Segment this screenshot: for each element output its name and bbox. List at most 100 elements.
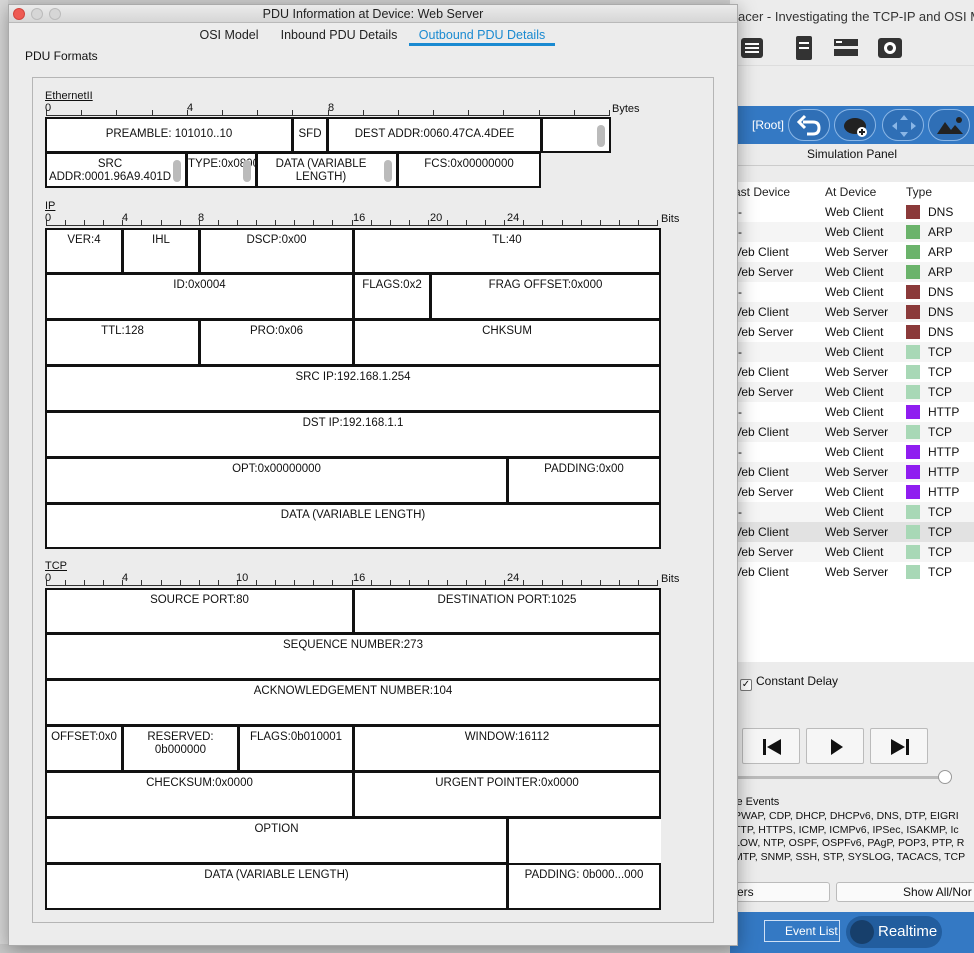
ruler-tick	[638, 580, 639, 585]
move-object-icon[interactable]	[882, 109, 924, 141]
step-forward-button[interactable]	[870, 728, 928, 764]
event-type: TCP	[928, 345, 952, 359]
event-color-swatch[interactable]	[906, 205, 920, 219]
event-row[interactable]: Veb Client Web Server TCP	[730, 362, 974, 382]
event-row[interactable]: -- Web Client DNS	[730, 202, 974, 222]
event-last-device: Veb Client	[734, 565, 789, 579]
document-icon[interactable]	[790, 34, 818, 62]
simulation-panel-title: Simulation Panel	[730, 144, 974, 166]
field-scrollbar[interactable]	[597, 125, 605, 147]
root-label[interactable]: [Root]	[752, 118, 784, 132]
ruler-tick	[542, 220, 543, 225]
event-row[interactable]: -- Web Client ARP	[730, 222, 974, 242]
background-image-icon[interactable]	[928, 109, 970, 141]
ruler-tick	[657, 580, 658, 585]
event-color-swatch[interactable]	[906, 525, 920, 539]
event-row[interactable]: -- Web Client TCP	[730, 502, 974, 522]
event-color-swatch[interactable]	[906, 225, 920, 239]
image-icon[interactable]	[876, 34, 904, 62]
event-color-swatch[interactable]	[906, 325, 920, 339]
list-icon[interactable]	[738, 34, 766, 62]
field-scrollbar[interactable]	[243, 160, 251, 182]
new-cluster-icon[interactable]	[834, 109, 876, 141]
tab-inbound-pdu-details[interactable]: Inbound PDU Details	[277, 26, 401, 46]
event-row[interactable]: Veb Server Web Client TCP	[730, 542, 974, 562]
event-color-swatch[interactable]	[906, 505, 920, 519]
ruler-tick	[619, 220, 620, 225]
event-row[interactable]: Veb Client Web Server HTTP	[730, 462, 974, 482]
field-flags: FLAGS:0x2	[353, 273, 431, 320]
checkbox-check-icon[interactable]: ✓	[740, 679, 752, 691]
event-row[interactable]: Veb Client Web Server DNS	[730, 302, 974, 322]
ruler-tick	[65, 220, 66, 225]
ruler-tick	[485, 580, 486, 585]
event-color-swatch[interactable]	[906, 485, 920, 499]
ruler-tick	[542, 580, 543, 585]
field-scrollbar[interactable]	[173, 160, 181, 182]
event-color-swatch[interactable]	[906, 265, 920, 279]
event-color-swatch[interactable]	[906, 565, 920, 579]
server-icon[interactable]	[832, 34, 860, 62]
tab-outbound-pdu-details[interactable]: Outbound PDU Details	[409, 26, 555, 46]
event-at-device: Web Client	[825, 485, 884, 499]
event-color-swatch[interactable]	[906, 445, 920, 459]
step-back-button[interactable]	[742, 728, 800, 764]
event-at-device: Web Client	[825, 205, 884, 219]
back-icon[interactable]	[788, 109, 830, 141]
ruler-label: 24	[507, 572, 520, 584]
ruler-tick	[390, 580, 391, 585]
field-dest-addr: DEST ADDR:0060.47CA.4DEE	[327, 117, 542, 153]
tab-osi-model[interactable]: OSI Model	[193, 26, 265, 46]
column-header-last-device[interactable]: ast Device	[734, 182, 790, 202]
event-color-swatch[interactable]	[906, 425, 920, 439]
field-frag-offset: FRAG OFFSET:0x000	[430, 273, 661, 320]
play-button[interactable]	[806, 728, 864, 764]
event-color-swatch[interactable]	[906, 285, 920, 299]
event-row[interactable]: Veb Server Web Client HTTP	[730, 482, 974, 502]
event-row[interactable]: -- Web Client TCP	[730, 342, 974, 362]
ruler-unit-bytes: Bytes	[612, 103, 640, 115]
ruler-tick	[523, 220, 524, 225]
event-row[interactable]: -- Web Client HTTP	[730, 442, 974, 462]
ruler-tick	[332, 220, 333, 225]
event-color-swatch[interactable]	[906, 365, 920, 379]
event-color-swatch[interactable]	[906, 545, 920, 559]
ruler-tick	[275, 580, 276, 585]
event-row[interactable]: Veb Client Web Server ARP	[730, 242, 974, 262]
ruler-tick	[447, 580, 448, 585]
event-row[interactable]: Veb Server Web Client ARP	[730, 262, 974, 282]
event-row[interactable]: -- Web Client HTTP	[730, 402, 974, 422]
play-speed-slider-track[interactable]	[730, 776, 950, 779]
constant-delay-checkbox[interactable]: ✓ Constant Delay	[740, 674, 838, 691]
column-header-at-device[interactable]: At Device	[825, 182, 876, 202]
realtime-mode-button[interactable]: Realtime	[846, 916, 942, 948]
ruler-tick	[161, 220, 162, 225]
event-color-swatch[interactable]	[906, 305, 920, 319]
event-color-swatch[interactable]	[906, 245, 920, 259]
field-fcs: FCS:0x00000000	[397, 152, 541, 188]
play-speed-slider-knob[interactable]	[938, 770, 952, 784]
event-color-swatch[interactable]	[906, 465, 920, 479]
event-row[interactable]: Veb Client Web Server TCP	[730, 562, 974, 582]
ruler-tick	[218, 220, 219, 225]
field-dest-addr-continued	[541, 117, 611, 153]
event-row[interactable]: Veb Client Web Server TCP	[730, 522, 974, 542]
event-color-swatch[interactable]	[906, 345, 920, 359]
ruler-label: 0	[45, 102, 52, 114]
edit-filters-button[interactable]: ers	[730, 882, 830, 902]
field-tcp-data: DATA (VARIABLE LENGTH)	[45, 863, 508, 910]
ethernet-section-title: EthernetII	[45, 90, 93, 102]
column-header-type[interactable]: Type	[906, 182, 932, 202]
field-scrollbar[interactable]	[384, 160, 392, 182]
field-sequence-number: SEQUENCE NUMBER:273	[45, 633, 661, 680]
event-color-swatch[interactable]	[906, 385, 920, 399]
event-row[interactable]: Veb Server Web Client TCP	[730, 382, 974, 402]
event-row[interactable]: -- Web Client DNS	[730, 282, 974, 302]
event-last-device: Veb Server	[734, 545, 794, 559]
event-list-button[interactable]: Event List	[764, 920, 840, 942]
show-all-none-button[interactable]: Show All/Nor	[836, 882, 974, 902]
event-row[interactable]: Veb Server Web Client DNS	[730, 322, 974, 342]
event-row[interactable]: Veb Client Web Server TCP	[730, 422, 974, 442]
event-last-device: Veb Client	[734, 425, 789, 439]
event-color-swatch[interactable]	[906, 405, 920, 419]
